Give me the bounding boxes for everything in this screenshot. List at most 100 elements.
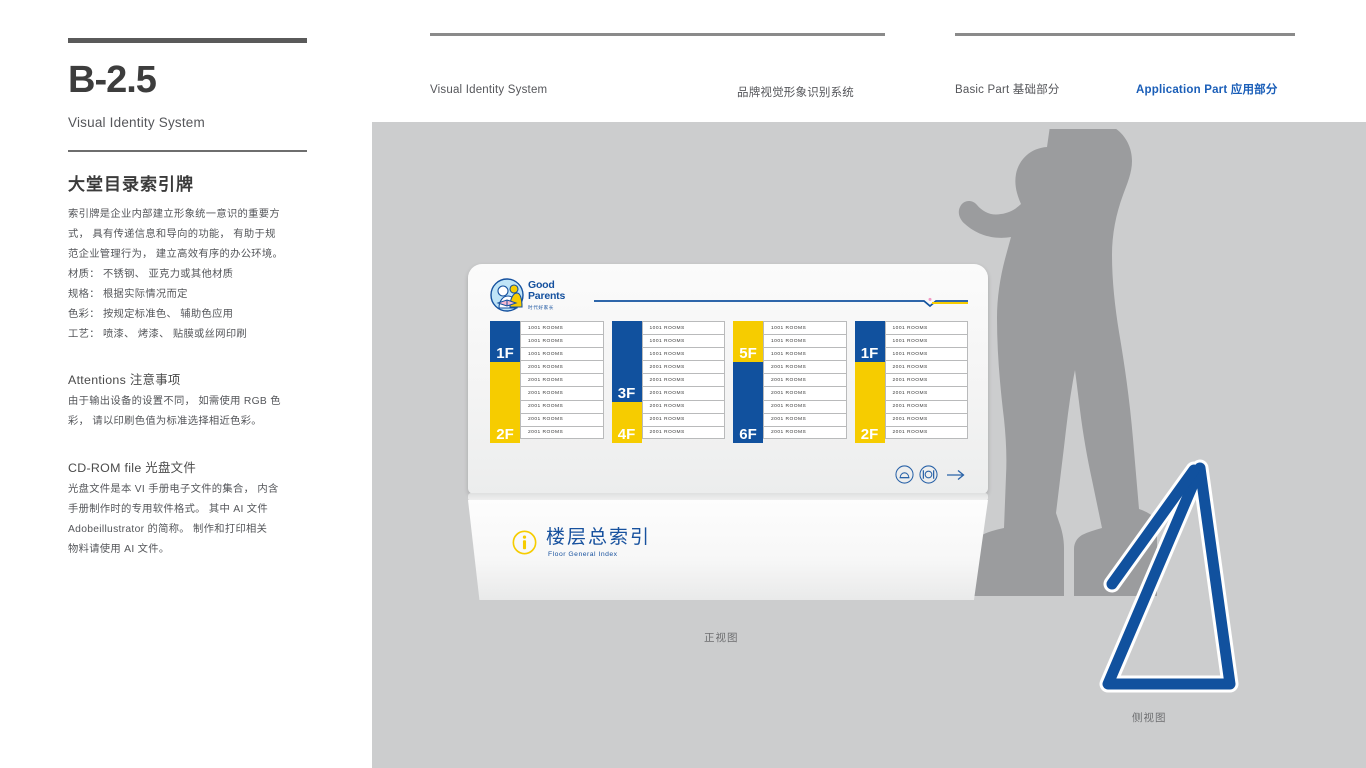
room-list: 1001 ROOMS 1001 ROOMS 1001 ROOMS 2001 RO…: [884, 321, 968, 443]
room-cell[interactable]: 2001 ROOMS: [763, 360, 847, 374]
room-cell[interactable]: 1001 ROOMS: [763, 321, 847, 335]
preview-stage: Good Parents 时代好家长 1F 2F 1001 ROOMS 1001…: [372, 122, 1366, 768]
room-cell[interactable]: 2001 ROOMS: [763, 386, 847, 400]
floor-tile[interactable]: 5F: [733, 321, 763, 363]
nav-group-right: Basic Part 基础部分 Application Part 应用部分: [955, 33, 1295, 96]
room-cell[interactable]: 1001 ROOMS: [884, 321, 968, 335]
room-cell[interactable]: 2001 ROOMS: [641, 360, 725, 374]
directory-column: 1F 2F 1001 ROOMS 1001 ROOMS 1001 ROOMS 2…: [854, 321, 968, 443]
vi-manual-page: B-2.5 Visual Identity System 大堂目录索引牌 索引牌…: [0, 0, 1366, 768]
room-cell[interactable]: 2001 ROOMS: [763, 412, 847, 426]
floor-label-stack: 5F 6F: [733, 321, 763, 443]
cdrom-line: Adobeillustrator 的简称。 制作和打印相关: [68, 523, 268, 535]
info-circle-icon: [512, 530, 537, 555]
room-cell[interactable]: 1001 ROOMS: [641, 334, 725, 348]
sign-side-view: [1099, 459, 1239, 693]
top-navigation: Visual Identity System 品牌视觉形象识别系统 Basic …: [0, 0, 1366, 120]
floor-tile[interactable]: 4F: [611, 401, 642, 443]
room-cell[interactable]: 1001 ROOMS: [520, 321, 604, 335]
description-line: 材质： 不锈钢、 亚克力或其他材质: [68, 269, 234, 281]
room-cell[interactable]: 1001 ROOMS: [884, 334, 968, 348]
room-cell[interactable]: 2001 ROOMS: [641, 399, 725, 413]
room-list: 1001 ROOMS 1001 ROOMS 1001 ROOMS 2001 RO…: [520, 321, 604, 443]
header-accent-line: [594, 297, 968, 308]
section-divider: [68, 150, 307, 152]
nav-item-application-part[interactable]: Application Part 应用部分: [1136, 81, 1278, 97]
base-lip: [468, 493, 988, 501]
logo-en-line2: Parents: [528, 290, 566, 303]
room-cell[interactable]: 2001 ROOMS: [763, 373, 847, 387]
cdrom-line: 光盘文件是本 VI 手册电子文件的集合， 内含: [68, 483, 279, 495]
sign-base-panel: 楼层总索引 Floor General Index: [468, 493, 988, 600]
section-title: 大堂目录索引牌: [68, 175, 194, 194]
cdrom-line: 手册制作时的专用软件格式。 其中 AI 文件: [68, 503, 268, 515]
nav-item-brand-cn[interactable]: 品牌视觉形象识别系统: [737, 84, 854, 100]
room-cell[interactable]: 2001 ROOMS: [520, 360, 604, 374]
room-cell[interactable]: 2001 ROOMS: [641, 386, 725, 400]
room-cell[interactable]: 1001 ROOMS: [520, 334, 604, 348]
logo-wordmark: Good Parents 时代好家长: [528, 279, 566, 311]
description-line: 规格： 根据实际情况而定: [68, 289, 188, 301]
arrow-right-icon[interactable]: [946, 468, 966, 482]
floor-tile[interactable]: 6F: [733, 362, 763, 443]
cdrom-block: 光盘文件是本 VI 手册电子文件的集合， 内含 手册制作时的专用软件格式。 其中…: [68, 480, 314, 560]
floor-index-text: 楼层总索引 Floor General Index: [546, 528, 651, 558]
directory-column: 1F 2F 1001 ROOMS 1001 ROOMS 1001 ROOMS 2…: [490, 321, 604, 443]
grid-columns: 1F 2F 1001 ROOMS 1001 ROOMS 1001 ROOMS 2…: [490, 321, 968, 443]
room-cell[interactable]: 2001 ROOMS: [641, 412, 725, 426]
restaurant-icon[interactable]: [919, 465, 938, 484]
good-parents-logo-icon: [490, 278, 524, 312]
description-line: 式， 具有传递信息和导向的功能， 有助于规: [68, 229, 276, 241]
room-cell[interactable]: 1001 ROOMS: [763, 334, 847, 348]
room-list: 1001 ROOMS 1001 ROOMS 1001 ROOMS 2001 RO…: [763, 321, 847, 443]
room-cell[interactable]: 2001 ROOMS: [763, 425, 847, 439]
nav-item-visual-identity-system[interactable]: Visual Identity System: [430, 84, 547, 96]
cdrom-line: 物料请使用 AI 文件。: [68, 543, 170, 555]
floor-tile[interactable]: 1F: [854, 321, 885, 363]
room-cell[interactable]: 2001 ROOMS: [763, 399, 847, 413]
room-cell[interactable]: 2001 ROOMS: [884, 399, 968, 413]
room-cell[interactable]: 1001 ROOMS: [641, 321, 725, 335]
floor-index-cn: 楼层总索引: [546, 527, 652, 548]
room-cell[interactable]: 1001 ROOMS: [763, 347, 847, 361]
attentions-line: 由于输出设备的设置不同， 如需使用 RGB 色: [68, 395, 281, 407]
room-cell[interactable]: 2001 ROOMS: [641, 373, 725, 387]
nav-item-basic-part[interactable]: Basic Part 基础部分: [955, 81, 1060, 97]
room-cell[interactable]: 2001 ROOMS: [884, 425, 968, 439]
floor-tile[interactable]: 2F: [854, 362, 885, 443]
floor-label-stack: 1F 2F: [854, 321, 885, 443]
floor-directory-grid: 1F 2F 1001 ROOMS 1001 ROOMS 1001 ROOMS 2…: [490, 321, 968, 443]
directory-board: Good Parents 时代好家长 1F 2F 1001 ROOMS 1001…: [468, 264, 988, 494]
directory-column: 3F 4F 1001 ROOMS 1001 ROOMS 1001 ROOMS 2…: [611, 321, 725, 443]
room-cell[interactable]: 2001 ROOMS: [884, 386, 968, 400]
floor-tile[interactable]: 2F: [490, 362, 520, 443]
room-cell[interactable]: 1001 ROOMS: [641, 347, 725, 361]
attentions-line: 彩， 请以印刷色值为标准选择相近色彩。: [68, 415, 262, 427]
room-cell[interactable]: 1001 ROOMS: [884, 347, 968, 361]
pictogram-row: [895, 465, 966, 484]
directory-column: 5F 6F 1001 ROOMS 1001 ROOMS 1001 ROOMS 2…: [733, 321, 847, 443]
room-cell[interactable]: 2001 ROOMS: [641, 425, 725, 439]
room-cell[interactable]: 2001 ROOMS: [520, 412, 604, 426]
elevator-icon[interactable]: [895, 465, 914, 484]
room-cell[interactable]: 2001 ROOMS: [520, 425, 604, 439]
room-cell[interactable]: 2001 ROOMS: [520, 399, 604, 413]
cdrom-heading: CD-ROM file 光盘文件: [68, 460, 197, 475]
room-cell[interactable]: 2001 ROOMS: [884, 360, 968, 374]
room-cell[interactable]: 2001 ROOMS: [520, 386, 604, 400]
logo-cn: 时代好家长: [528, 304, 554, 310]
description-block: 索引牌是企业内部建立形象统一意识的重要方 式， 具有传递信息和导向的功能， 有助…: [68, 205, 314, 346]
floor-index-en: Floor General Index: [548, 550, 618, 558]
description-line: 索引牌是企业内部建立形象统一意识的重要方: [68, 209, 280, 220]
room-cell[interactable]: 2001 ROOMS: [884, 373, 968, 387]
room-cell[interactable]: 2001 ROOMS: [884, 412, 968, 426]
room-cell[interactable]: 2001 ROOMS: [520, 373, 604, 387]
caption-front-view: 正视图: [704, 632, 739, 644]
floor-label-stack: 1F 2F: [490, 321, 520, 443]
nav-divider-right: [955, 33, 1295, 36]
description-line: 工艺： 喷漆、 烤漆、 贴膜或丝网印刷: [68, 329, 248, 341]
floor-tile[interactable]: 3F: [611, 321, 642, 402]
floor-tile[interactable]: 1F: [490, 321, 520, 363]
room-cell[interactable]: 1001 ROOMS: [520, 347, 604, 361]
description-line: 色彩： 按规定标准色、 辅助色应用: [68, 309, 234, 321]
